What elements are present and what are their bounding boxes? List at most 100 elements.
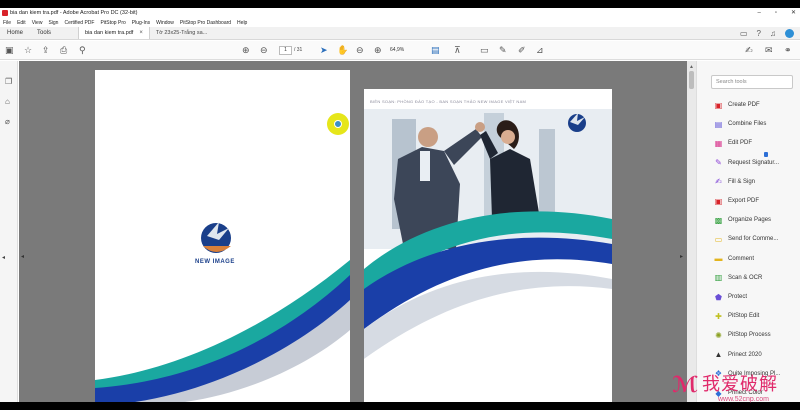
tool-item-request-signature[interactable]: ✎ Request Signatur... <box>714 157 779 169</box>
tool-item-scan-ocr[interactable]: ▥ Scan & OCR <box>714 272 763 284</box>
menu-certified-pdf[interactable]: Certified PDF <box>64 20 94 26</box>
avatar[interactable] <box>785 28 794 38</box>
menu-help[interactable]: Help <box>237 20 247 26</box>
acrobat-window: bia dan kiem tra.pdf - Adobe Acrobat Pro… <box>0 8 800 403</box>
expand-left-pane-icon[interactable]: ◂ <box>2 254 5 261</box>
acrobat-app-icon <box>2 10 8 16</box>
tab-bar: Home Tools bia dan kiem tra.pdf × Tờ 23x… <box>0 27 800 40</box>
cursor-dot <box>334 120 342 128</box>
zoom-level-dropdown[interactable]: 64,9% <box>390 46 415 55</box>
tool-item-comment[interactable]: ▬ Comment <box>714 253 755 265</box>
fit-page-icon[interactable]: ⊼ <box>454 44 461 56</box>
document-view[interactable]: ◂ ▸ NEW IMAGE BIÊN SOẠN: PHÒNG ĐÀO TẠO -… <box>19 61 687 402</box>
attachments-icon[interactable]: ⌀ <box>5 117 10 126</box>
comment-tool-icon[interactable]: ▭ <box>480 44 489 56</box>
menu-pitstop-dashboard[interactable]: PitStop Pro Dashboard <box>180 20 231 26</box>
collapse-right-arrow-icon[interactable]: ▸ <box>680 253 683 260</box>
tool-label: Comment <box>728 255 755 262</box>
tool-label: PitStop Process <box>728 332 771 339</box>
stamp-tool-icon[interactable]: ⊿ <box>536 44 544 56</box>
tool-item-export-pdf[interactable]: ▣ Export PDF <box>714 195 759 207</box>
menu-pitstop-pro[interactable]: PitStop Pro <box>100 20 125 26</box>
upload-cloud-icon[interactable]: ⇪ <box>42 44 50 56</box>
minimize-button[interactable]: – <box>757 8 760 18</box>
pdf-page-right: BIÊN SOẠN: PHÒNG ĐÀO TẠO - BAN SOẠN THẢO… <box>364 89 612 402</box>
create-pdf-icon: ▣ <box>714 100 723 110</box>
tab-tools[interactable]: Tools <box>30 27 58 39</box>
menu-edit[interactable]: Edit <box>17 20 26 26</box>
menu-file[interactable]: File <box>3 20 11 26</box>
tool-item-prinect[interactable]: ▲ Prinect 2020 <box>714 349 762 361</box>
watermark-logo-icon: ℳ <box>672 372 699 397</box>
edit-pdf-icon: ▦ <box>714 138 723 148</box>
prinect-icon: ▲ <box>714 350 723 360</box>
print-icon[interactable]: ⎙ <box>60 44 67 56</box>
draw-tool-icon[interactable]: ✐ <box>518 44 526 56</box>
tool-item-edit-pdf[interactable]: ▦ Edit PDF <box>714 137 752 149</box>
tool-item-pitstop-edit[interactable]: ✚ PitStop Edit <box>714 310 759 322</box>
bookmark-star-icon[interactable]: ☆ <box>24 44 32 56</box>
share-link-icon[interactable]: ⚭ <box>784 44 792 56</box>
tool-label: Protect <box>728 294 748 300</box>
tool-item-fill-sign[interactable]: ✍ Fill & Sign <box>714 176 755 188</box>
tool-item-organize-pages[interactable]: ▩ Organize Pages <box>714 214 771 226</box>
zoom-out-icon[interactable]: ⊖ <box>356 44 364 56</box>
highlight-pen-icon[interactable]: ✎ <box>499 44 507 56</box>
page-number-input[interactable]: 1 <box>279 46 292 55</box>
featured-badge <box>764 152 768 157</box>
menu-sign[interactable]: Sign <box>48 20 58 26</box>
zoom-search-icon[interactable]: ⚲ <box>79 44 86 56</box>
tool-label: Fill & Sign <box>728 178 756 185</box>
save-icon[interactable]: ▣ <box>5 44 14 56</box>
maximize-button[interactable]: ▫ <box>775 8 777 18</box>
menu-plug-ins[interactable]: Plug-Ins <box>132 20 150 26</box>
site-watermark: ℳ 我爱破解 www.52cnp.com <box>668 368 800 410</box>
tool-label: Send for Comme... <box>728 236 779 243</box>
document-tab-label: bia dan kiem tra.pdf <box>85 29 134 36</box>
email-icon[interactable]: ✉ <box>765 44 773 56</box>
search-tools-input[interactable]: Search tools <box>711 75 793 89</box>
pitstop-process-icon: ✺ <box>715 330 722 340</box>
tool-item-pitstop-process[interactable]: ✺ PitStop Process <box>714 329 771 341</box>
close-window-button[interactable]: ✕ <box>791 8 796 18</box>
vertical-scrollbar[interactable]: ▲ <box>687 61 696 402</box>
window-title: bia dan kiem tra.pdf - Adobe Acrobat Pro… <box>10 10 138 16</box>
tool-label: Create PDF <box>728 102 760 108</box>
tool-item-send-comment[interactable]: ▭ Send for Comme... <box>714 233 779 245</box>
help-icon[interactable]: ? <box>757 29 761 38</box>
zoom-in-icon[interactable]: ⊕ <box>374 44 382 56</box>
request-signature-icon: ✎ <box>715 158 722 168</box>
tab-home[interactable]: Home <box>0 27 30 39</box>
protect-icon: ⬟ <box>715 292 722 302</box>
document-tab-label: Tờ 23x25-Trắng sa... <box>155 29 208 36</box>
bell-icon[interactable]: ♫ <box>770 29 776 38</box>
tool-item-combine-files[interactable]: ▤ Combine Files <box>714 118 767 130</box>
page-display-icon[interactable]: ▤ <box>431 44 440 56</box>
document-tab[interactable]: Tờ 23x25-Trắng sa... <box>148 27 213 39</box>
tool-label: Export PDF <box>728 198 760 204</box>
previous-page-icon[interactable]: ⊕ <box>242 44 250 56</box>
document-tab-active[interactable]: bia dan kiem tra.pdf × <box>78 27 149 39</box>
new-image-logo <box>201 222 231 253</box>
sign-icon[interactable]: ✍ <box>745 44 753 56</box>
right-page-artwork <box>364 109 612 402</box>
chat-icon[interactable]: ▭ <box>740 29 748 38</box>
page-thumbnails-icon[interactable]: ❐ <box>5 77 12 86</box>
pitstop-edit-icon: ✚ <box>715 311 722 321</box>
tool-item-create-pdf[interactable]: ▣ Create PDF <box>714 99 760 111</box>
send-comment-icon: ▭ <box>714 234 723 244</box>
tool-item-protect[interactable]: ⬟ Protect <box>714 291 747 303</box>
menu-view[interactable]: View <box>32 20 43 26</box>
hand-tool-icon[interactable]: ✋ <box>337 44 348 56</box>
tool-label: PitStop Edit <box>728 313 760 320</box>
bookmarks-icon[interactable]: ⌂ <box>5 97 10 106</box>
scroll-up-icon[interactable]: ▲ <box>689 64 694 70</box>
scrollbar-thumb[interactable] <box>689 71 694 89</box>
select-cursor-icon[interactable]: ➤ <box>320 44 328 56</box>
close-tab-icon[interactable]: × <box>139 27 143 40</box>
tool-label: Scan & OCR <box>728 274 763 281</box>
collapse-left-arrow-icon[interactable]: ◂ <box>21 253 24 260</box>
menu-window[interactable]: Window <box>156 20 174 26</box>
fill-sign-icon: ✍ <box>715 177 722 187</box>
next-page-icon[interactable]: ⊖ <box>260 44 268 56</box>
